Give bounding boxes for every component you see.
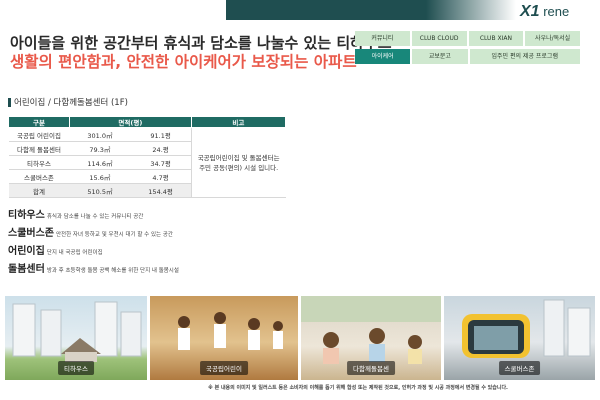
section-title-text: 어린이집 / 다함께돌봄센터 (1F) <box>14 98 128 108</box>
nav-club-cloud[interactable]: CLUB CLOUD <box>411 31 467 46</box>
item-desc: 방과 후 초등학생 돌봄 공백 해소를 위한 단지 내 돌봄시설 <box>46 268 179 274</box>
photo-caption: 국공립어린이 <box>200 361 248 375</box>
cell-name: 합계 <box>8 183 70 198</box>
disclaimer: ※ 본 내용의 이미지 및 일러스트 등은 소비자의 이해를 돕기 위해 합성 … <box>208 385 508 391</box>
top-banner <box>0 0 600 22</box>
banner-fade <box>426 0 516 20</box>
nav-club-xian[interactable]: CLUB XIAN <box>468 31 524 46</box>
section-marker-icon <box>8 97 11 107</box>
cell-sqm: 301.0㎡ <box>69 127 131 142</box>
photo-strip: 티하우스 국공립어린이 다함께돌봄센 스쿨버스존 <box>5 296 595 380</box>
facility-list: 티하우스 휴식과 담소를 나눌 수 있는 커뮤니티 공간 스쿨버스존 안전한 자… <box>8 206 308 278</box>
cell-name: 스쿨버스존 <box>8 169 70 184</box>
cell-name: 다함께 돌봄센터 <box>8 141 70 156</box>
nav-resident-programs[interactable]: 입주민 편의 제공 프로그램 <box>469 49 580 64</box>
cell-sqm: 114.6㎡ <box>69 155 131 170</box>
item-title: 어린이집 <box>8 246 45 257</box>
item-desc: 안전한 자녀 등하교 및 우천시 대기 할 수 있는 공간 <box>56 232 173 238</box>
item-desc: 단지 내 국공립 어린이집 <box>46 250 103 256</box>
brand-logo[interactable]: X1 rene <box>520 3 569 21</box>
col-note: 비고 <box>190 116 287 128</box>
list-item: 어린이집 단지 내 국공립 어린이집 <box>8 242 308 258</box>
category-nav: 커뮤니티 CLUB CLOUD CLUB XIAN 사우나/독서실 아이케어 교… <box>355 31 580 67</box>
banner-bar <box>226 0 426 20</box>
nav-childcare[interactable]: 아이케어 <box>355 49 411 64</box>
nav-row-2: 아이케어 교보문고 입주민 편의 제공 프로그램 <box>355 49 580 64</box>
item-desc: 휴식과 담소를 나눌 수 있는 커뮤니티 공간 <box>46 214 144 220</box>
section-title: 어린이집 / 다함께돌봄센터 (1F) <box>8 96 128 108</box>
item-title: 티하우스 <box>8 210 45 221</box>
cell-pyeong: 34.7평 <box>130 155 192 170</box>
cell-name: 티하우스 <box>8 155 70 170</box>
cell-pyeong: 154.4평 <box>130 183 192 198</box>
photo-caption: 티하우스 <box>58 361 94 375</box>
col-category: 구분 <box>8 116 70 128</box>
cell-pyeong: 4.7평 <box>130 169 192 184</box>
photo-caption: 스쿨버스존 <box>498 361 541 375</box>
cell-sqm: 15.6㎡ <box>69 169 131 184</box>
cell-sqm: 79.3㎡ <box>69 141 131 156</box>
photo-caption: 다함께돌봄센 <box>347 361 395 375</box>
photo-school-bus-zone: 스쿨버스존 <box>444 296 595 380</box>
logo-mark: X1 <box>520 3 540 20</box>
nav-kyobo[interactable]: 교보문고 <box>412 49 468 64</box>
cell-pyeong: 91.1평 <box>130 127 192 142</box>
cell-name: 국공립 어린이집 <box>8 127 70 142</box>
list-item: 티하우스 휴식과 담소를 나눌 수 있는 커뮤니티 공간 <box>8 206 308 222</box>
cell-pyeong: 24.평 <box>130 141 192 156</box>
list-item: 돌봄센터 방과 후 초등학생 돌봄 공백 해소를 위한 단지 내 돌봄시설 <box>8 260 308 276</box>
cell-note: 국공립어린이집 및 돌봄센터는 주민 공동(편의) 시설 입니다. <box>190 127 286 198</box>
list-item: 스쿨버스존 안전한 자녀 등하교 및 우천시 대기 할 수 있는 공간 <box>8 224 308 240</box>
nav-sauna-library[interactable]: 사우나/독서실 <box>525 31 580 46</box>
col-area: 면적(평) <box>68 116 192 128</box>
logo-text: rene <box>543 4 570 19</box>
item-title: 돌봄센터 <box>8 264 45 275</box>
nav-row-1: 커뮤니티 CLUB CLOUD CLUB XIAN 사우나/독서실 <box>355 31 580 46</box>
cell-sqm: 510.5㎡ <box>69 183 131 198</box>
photo-care-center: 다함께돌봄센 <box>301 296 441 380</box>
nav-community[interactable]: 커뮤니티 <box>355 31 410 46</box>
photo-daycare: 국공립어린이 <box>150 296 298 380</box>
item-title: 스쿨버스존 <box>8 228 54 239</box>
headline-secondary: 생활의 편안함과, 안전한 아이케어가 보장되는 아파트 <box>10 53 357 71</box>
photo-tea-house: 티하우스 <box>5 296 147 380</box>
area-table: 구분 면적(평) 비고 국공립 어린이집 301.0㎡ 91.1평 국공립어린이… <box>8 116 287 198</box>
table-row: 국공립 어린이집 301.0㎡ 91.1평 국공립어린이집 및 돌봄센터는 주민… <box>8 127 286 198</box>
